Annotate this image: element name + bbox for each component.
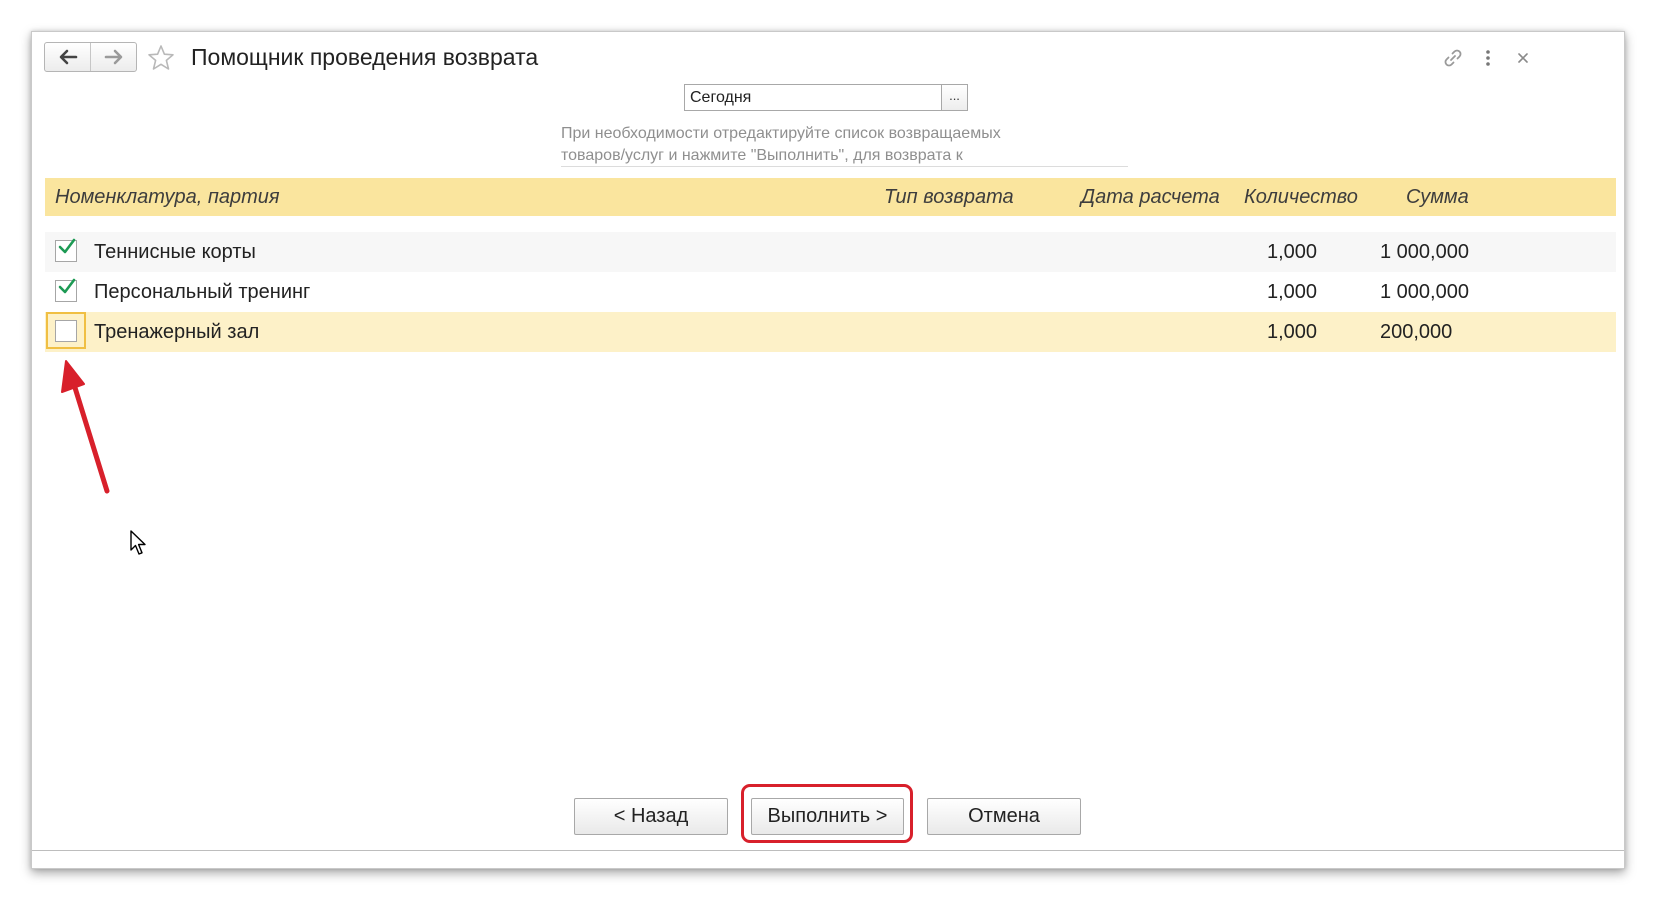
table-row[interactable]: Теннисные корты 1,000 1 000,000 <box>45 232 1616 272</box>
row-quantity: 1,000 <box>1267 241 1318 263</box>
close-button[interactable] <box>1512 47 1534 69</box>
returns-table: Номенклатура, партия Тип возврата Дата р… <box>45 178 1616 352</box>
more-menu-button[interactable] <box>1477 47 1499 69</box>
star-icon[interactable] <box>147 44 175 72</box>
more-vertical-icon <box>1486 50 1490 66</box>
hint-line: товаров/услуг и нажмите "Выполнить", для… <box>561 147 963 164</box>
execute-highlight-frame <box>741 784 913 843</box>
arrow-left-icon <box>59 49 77 65</box>
link-icon <box>1444 49 1462 67</box>
column-header-quantity[interactable]: Количество <box>1244 186 1358 208</box>
checkmark-icon <box>58 278 76 294</box>
column-header-calc-date[interactable]: Дата расчета <box>1081 186 1220 208</box>
row-sum: 200,000 <box>1380 321 1453 343</box>
navigation-buttons <box>44 42 137 72</box>
row-quantity: 1,000 <box>1267 321 1318 343</box>
cancel-button[interactable]: Отмена <box>927 798 1081 835</box>
mouse-cursor-icon <box>130 530 146 555</box>
column-header-nomenclature[interactable]: Номенклатура, партия <box>55 186 280 208</box>
window-title: Помощник проведения возврата <box>191 44 539 70</box>
row-checkbox[interactable] <box>55 320 77 342</box>
arrow-right-icon <box>104 49 122 65</box>
close-icon <box>1518 53 1528 63</box>
date-field[interactable]: Сегодня <box>684 84 941 111</box>
table-row[interactable]: Персональный тренинг 1,000 1 000,000 <box>45 272 1616 312</box>
row-sum: 1 000,000 <box>1380 281 1469 303</box>
hint-text: При необходимости отредактируйте список … <box>561 123 1123 167</box>
table-row[interactable]: Тренажерный зал 1,000 200,000 <box>45 312 1616 352</box>
table-header: Номенклатура, партия Тип возврата Дата р… <box>45 178 1616 216</box>
row-name: Тренажерный зал <box>94 321 260 343</box>
window-bottom-border <box>32 850 1624 851</box>
row-checkbox[interactable] <box>55 278 77 302</box>
date-select-button[interactable]: ... <box>941 84 968 111</box>
hint-divider <box>561 166 1128 167</box>
forward-nav-button[interactable] <box>90 43 136 71</box>
back-button[interactable]: < Назад <box>574 798 728 835</box>
column-header-sum[interactable]: Сумма <box>1406 186 1469 208</box>
back-nav-button[interactable] <box>45 43 90 71</box>
column-header-return-type[interactable]: Тип возврата <box>884 186 1014 208</box>
hint-line: При необходимости отредактируйте список … <box>561 125 1001 142</box>
row-checkbox[interactable] <box>55 238 77 262</box>
row-name: Персональный тренинг <box>94 281 311 303</box>
row-name: Теннисные корты <box>94 241 256 263</box>
row-quantity: 1,000 <box>1267 281 1318 303</box>
link-button[interactable] <box>1442 47 1464 69</box>
checkmark-icon <box>58 238 76 254</box>
assistant-window: Помощник проведения возврата Сегодня ... <box>31 31 1625 869</box>
screen: Помощник проведения возврата Сегодня ... <box>0 0 1656 899</box>
row-sum: 1 000,000 <box>1380 241 1469 263</box>
